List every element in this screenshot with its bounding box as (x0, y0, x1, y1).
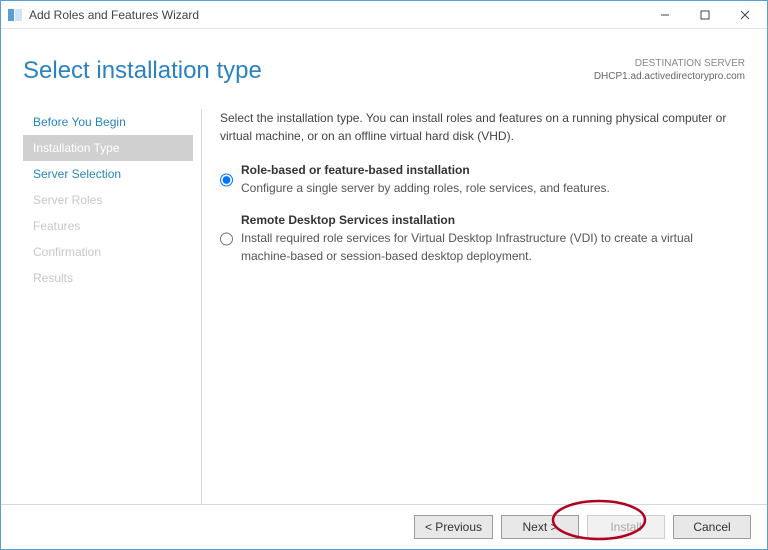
footer: < Previous Next > Install Cancel (1, 504, 767, 549)
page-title: Select installation type (23, 57, 594, 85)
destination-server: DESTINATION SERVER DHCP1.ad.activedirect… (594, 57, 745, 85)
sidebar-item-installation-type[interactable]: Installation Type (23, 135, 193, 161)
sidebar-item-server-roles: Server Roles (23, 187, 193, 213)
titlebar: Add Roles and Features Wizard (1, 1, 767, 29)
wizard-window: Add Roles and Features Wizard Select ins… (0, 0, 768, 550)
vertical-separator (201, 109, 202, 504)
option-role-based-desc: Configure a single server by adding role… (241, 181, 610, 195)
intro-text: Select the installation type. You can in… (220, 109, 745, 145)
sidebar-item-features: Features (23, 213, 193, 239)
header: Select installation type DESTINATION SER… (1, 29, 767, 85)
sidebar-item-confirmation: Confirmation (23, 239, 193, 265)
cancel-button[interactable]: Cancel (673, 515, 751, 539)
maximize-button[interactable] (685, 2, 725, 28)
sidebar-item-before-you-begin[interactable]: Before You Begin (23, 109, 193, 135)
sidebar-item-server-selection[interactable]: Server Selection (23, 161, 193, 187)
install-button: Install (587, 515, 665, 539)
option-role-based[interactable]: Role-based or feature-based installation… (220, 161, 745, 197)
option-rds-desc: Install required role services for Virtu… (241, 231, 693, 263)
previous-button[interactable]: < Previous (414, 515, 493, 539)
main-pane: Select the installation type. You can in… (220, 109, 745, 504)
sidebar-item-results: Results (23, 265, 193, 291)
option-rds-title: Remote Desktop Services installation (241, 213, 455, 227)
destination-label: DESTINATION SERVER (594, 57, 745, 70)
next-button[interactable]: Next > (501, 515, 579, 539)
sidebar: Before You Begin Installation Type Serve… (23, 109, 193, 504)
window-controls (645, 2, 765, 28)
content: Before You Begin Installation Type Serve… (1, 85, 767, 504)
option-rds[interactable]: Remote Desktop Services installation Ins… (220, 211, 745, 265)
option-role-based-title: Role-based or feature-based installation (241, 163, 470, 177)
minimize-button[interactable] (645, 2, 685, 28)
wizard-icon (7, 7, 23, 23)
radio-rds[interactable] (220, 213, 233, 265)
window-title: Add Roles and Features Wizard (29, 8, 645, 22)
radio-role-based[interactable] (220, 163, 233, 197)
destination-value: DHCP1.ad.activedirectorypro.com (594, 70, 745, 83)
close-button[interactable] (725, 2, 765, 28)
